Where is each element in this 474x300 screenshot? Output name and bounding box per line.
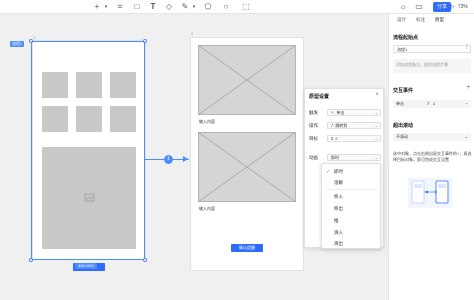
tab-prototype[interactable]: 原型 bbox=[435, 17, 444, 23]
dropdown-option[interactable]: 移出 bbox=[334, 206, 343, 212]
resize-handle[interactable] bbox=[143, 39, 147, 43]
action-select[interactable]: ⤤ 跳转到 ⌄ bbox=[327, 122, 381, 129]
scroll-section-title: 超出滚动 bbox=[393, 123, 414, 129]
dropdown-option[interactable]: 推 bbox=[334, 218, 339, 224]
preview-icon[interactable]: ⬚ bbox=[241, 2, 251, 12]
animation-value: 即时 bbox=[331, 155, 339, 160]
page-frame-2[interactable]: 输入内容 输入内容 确认提醒 bbox=[191, 38, 303, 270]
zoom-value[interactable]: 73% bbox=[458, 4, 468, 10]
resize-handle[interactable] bbox=[143, 258, 147, 262]
dropdown-option[interactable]: 滑入 bbox=[334, 230, 343, 236]
trigger-label: 触发 bbox=[309, 110, 318, 115]
interaction-target: 2 bbox=[433, 101, 436, 106]
scroll-value: 不滚动 bbox=[396, 134, 408, 139]
chevron-down-icon: ⌄ bbox=[374, 110, 378, 115]
selection-box bbox=[31, 41, 145, 260]
dropdown-option[interactable]: 移入 bbox=[334, 194, 343, 200]
help-text: 选中对象，点击右侧出现交互事件的+，再选择目标对象，即可完成交互设置 bbox=[393, 151, 472, 162]
dropdown-option[interactable]: 溶解 bbox=[334, 180, 343, 186]
target-label: 目标 bbox=[309, 136, 318, 141]
flow-name-input[interactable]: 流程1 bbox=[393, 45, 471, 53]
more-icon[interactable]: ⋮ bbox=[464, 43, 470, 50]
flow-desc-input[interactable]: 添加流程备注，描述流程步骤 bbox=[393, 59, 471, 73]
zoom-level[interactable]: ▷ 73% bbox=[451, 3, 473, 11]
caption-text: 输入内容 bbox=[199, 206, 215, 211]
polygon-icon[interactable]: ⬠ bbox=[203, 2, 213, 12]
animation-dropdown: ✓ 即时 溶解 移入 移出 推 滑入 滑出 bbox=[321, 163, 381, 249]
action-label: 操作 bbox=[309, 123, 318, 128]
chevron-down-icon: ⌄ bbox=[374, 155, 378, 160]
arrow-right-icon bbox=[183, 156, 188, 162]
bookmark-icon[interactable]: ▭ bbox=[414, 2, 424, 12]
frame-icon[interactable]: ⌗ bbox=[115, 2, 125, 12]
share-button[interactable]: 分享 bbox=[433, 2, 451, 12]
chevron-down-icon[interactable]: ▾ bbox=[189, 2, 199, 12]
rect-icon[interactable]: □ bbox=[132, 2, 142, 12]
add-interaction-icon[interactable]: + bbox=[466, 85, 470, 91]
trigger-value: 单击 bbox=[336, 110, 345, 115]
chevron-down-icon: ⌄ bbox=[374, 136, 378, 141]
caption-text: 输入内容 bbox=[199, 119, 215, 124]
trigger-select[interactable]: ↖ 单击 ⌄ bbox=[327, 109, 381, 116]
link-icon: ⤤ bbox=[427, 101, 430, 106]
frame-icon: ⌗ bbox=[331, 136, 334, 141]
connector-badge[interactable]: 1 bbox=[164, 155, 173, 164]
image-placeholder[interactable] bbox=[197, 131, 297, 203]
scroll-select[interactable]: 不滚动 ⌄ bbox=[393, 133, 471, 141]
flow-section-title: 流程起始点 bbox=[393, 35, 419, 41]
interaction-title: 交互事件 bbox=[393, 88, 414, 94]
minus-icon[interactable]: − bbox=[466, 100, 468, 108]
tab-design[interactable]: 设计 bbox=[397, 17, 406, 23]
circle-icon[interactable]: ○ bbox=[221, 2, 231, 12]
interaction-trigger: 单击 bbox=[396, 101, 404, 106]
close-icon[interactable]: × bbox=[375, 92, 379, 98]
right-panel: 设计 标注 原型 流程起始点 流程1 ⋮ 添加流程备注，描述流程步骤 交互事件 … bbox=[388, 14, 474, 300]
top-toolbar: + ▾ ⌗ □ T ◇ ✎ ▾ ⬠ ○ ⬚ ☼ ▭ 分享 ▷ ▷73% bbox=[0, 0, 474, 14]
page-number: 1 bbox=[33, 35, 36, 40]
check-icon: ✓ bbox=[326, 169, 330, 174]
page-number: 2 bbox=[191, 31, 194, 36]
target-select[interactable]: ⌗ 2 ⌄ bbox=[327, 135, 381, 142]
animation-label: 动画 bbox=[309, 155, 318, 160]
placeholder-cross-icon bbox=[197, 131, 297, 203]
confirm-button[interactable]: 确认提醒 bbox=[231, 244, 263, 252]
dropdown-option[interactable]: 滑出 bbox=[334, 241, 343, 247]
play-icon[interactable]: ▷ bbox=[451, 4, 455, 10]
divider bbox=[326, 189, 378, 190]
animation-select[interactable]: 即时 ⌄ bbox=[327, 154, 381, 161]
flow-tag[interactable]: 流程1 bbox=[10, 41, 25, 47]
chevron-down-icon: ⌄ bbox=[374, 123, 378, 128]
link-icon: ⤤ bbox=[331, 123, 334, 128]
chevron-down-icon: ⌄ bbox=[464, 134, 468, 139]
cursor-icon: ↖ bbox=[331, 110, 335, 115]
target-value: 2 bbox=[335, 136, 338, 141]
size-label: 430×932 bbox=[75, 263, 97, 269]
interaction-diagram-illustration bbox=[408, 178, 452, 208]
resize-handle[interactable] bbox=[29, 258, 33, 262]
popup-title: 原型设置 bbox=[309, 94, 330, 100]
text-icon[interactable]: T bbox=[148, 2, 158, 12]
shape-icon[interactable]: ◇ bbox=[164, 2, 174, 12]
image-placeholder[interactable] bbox=[197, 44, 297, 116]
resize-handle[interactable] bbox=[29, 39, 33, 43]
interaction-row[interactable]: 单击 ⤤ 2 − bbox=[393, 100, 471, 108]
placeholder-cross-icon bbox=[197, 44, 297, 116]
sun-icon[interactable]: ☼ bbox=[398, 2, 408, 12]
tab-annotate[interactable]: 标注 bbox=[416, 17, 425, 23]
action-value: 跳转到 bbox=[335, 123, 348, 128]
dropdown-option[interactable]: 即时 bbox=[334, 169, 343, 175]
chevron-down-icon[interactable]: ▾ bbox=[101, 2, 111, 12]
